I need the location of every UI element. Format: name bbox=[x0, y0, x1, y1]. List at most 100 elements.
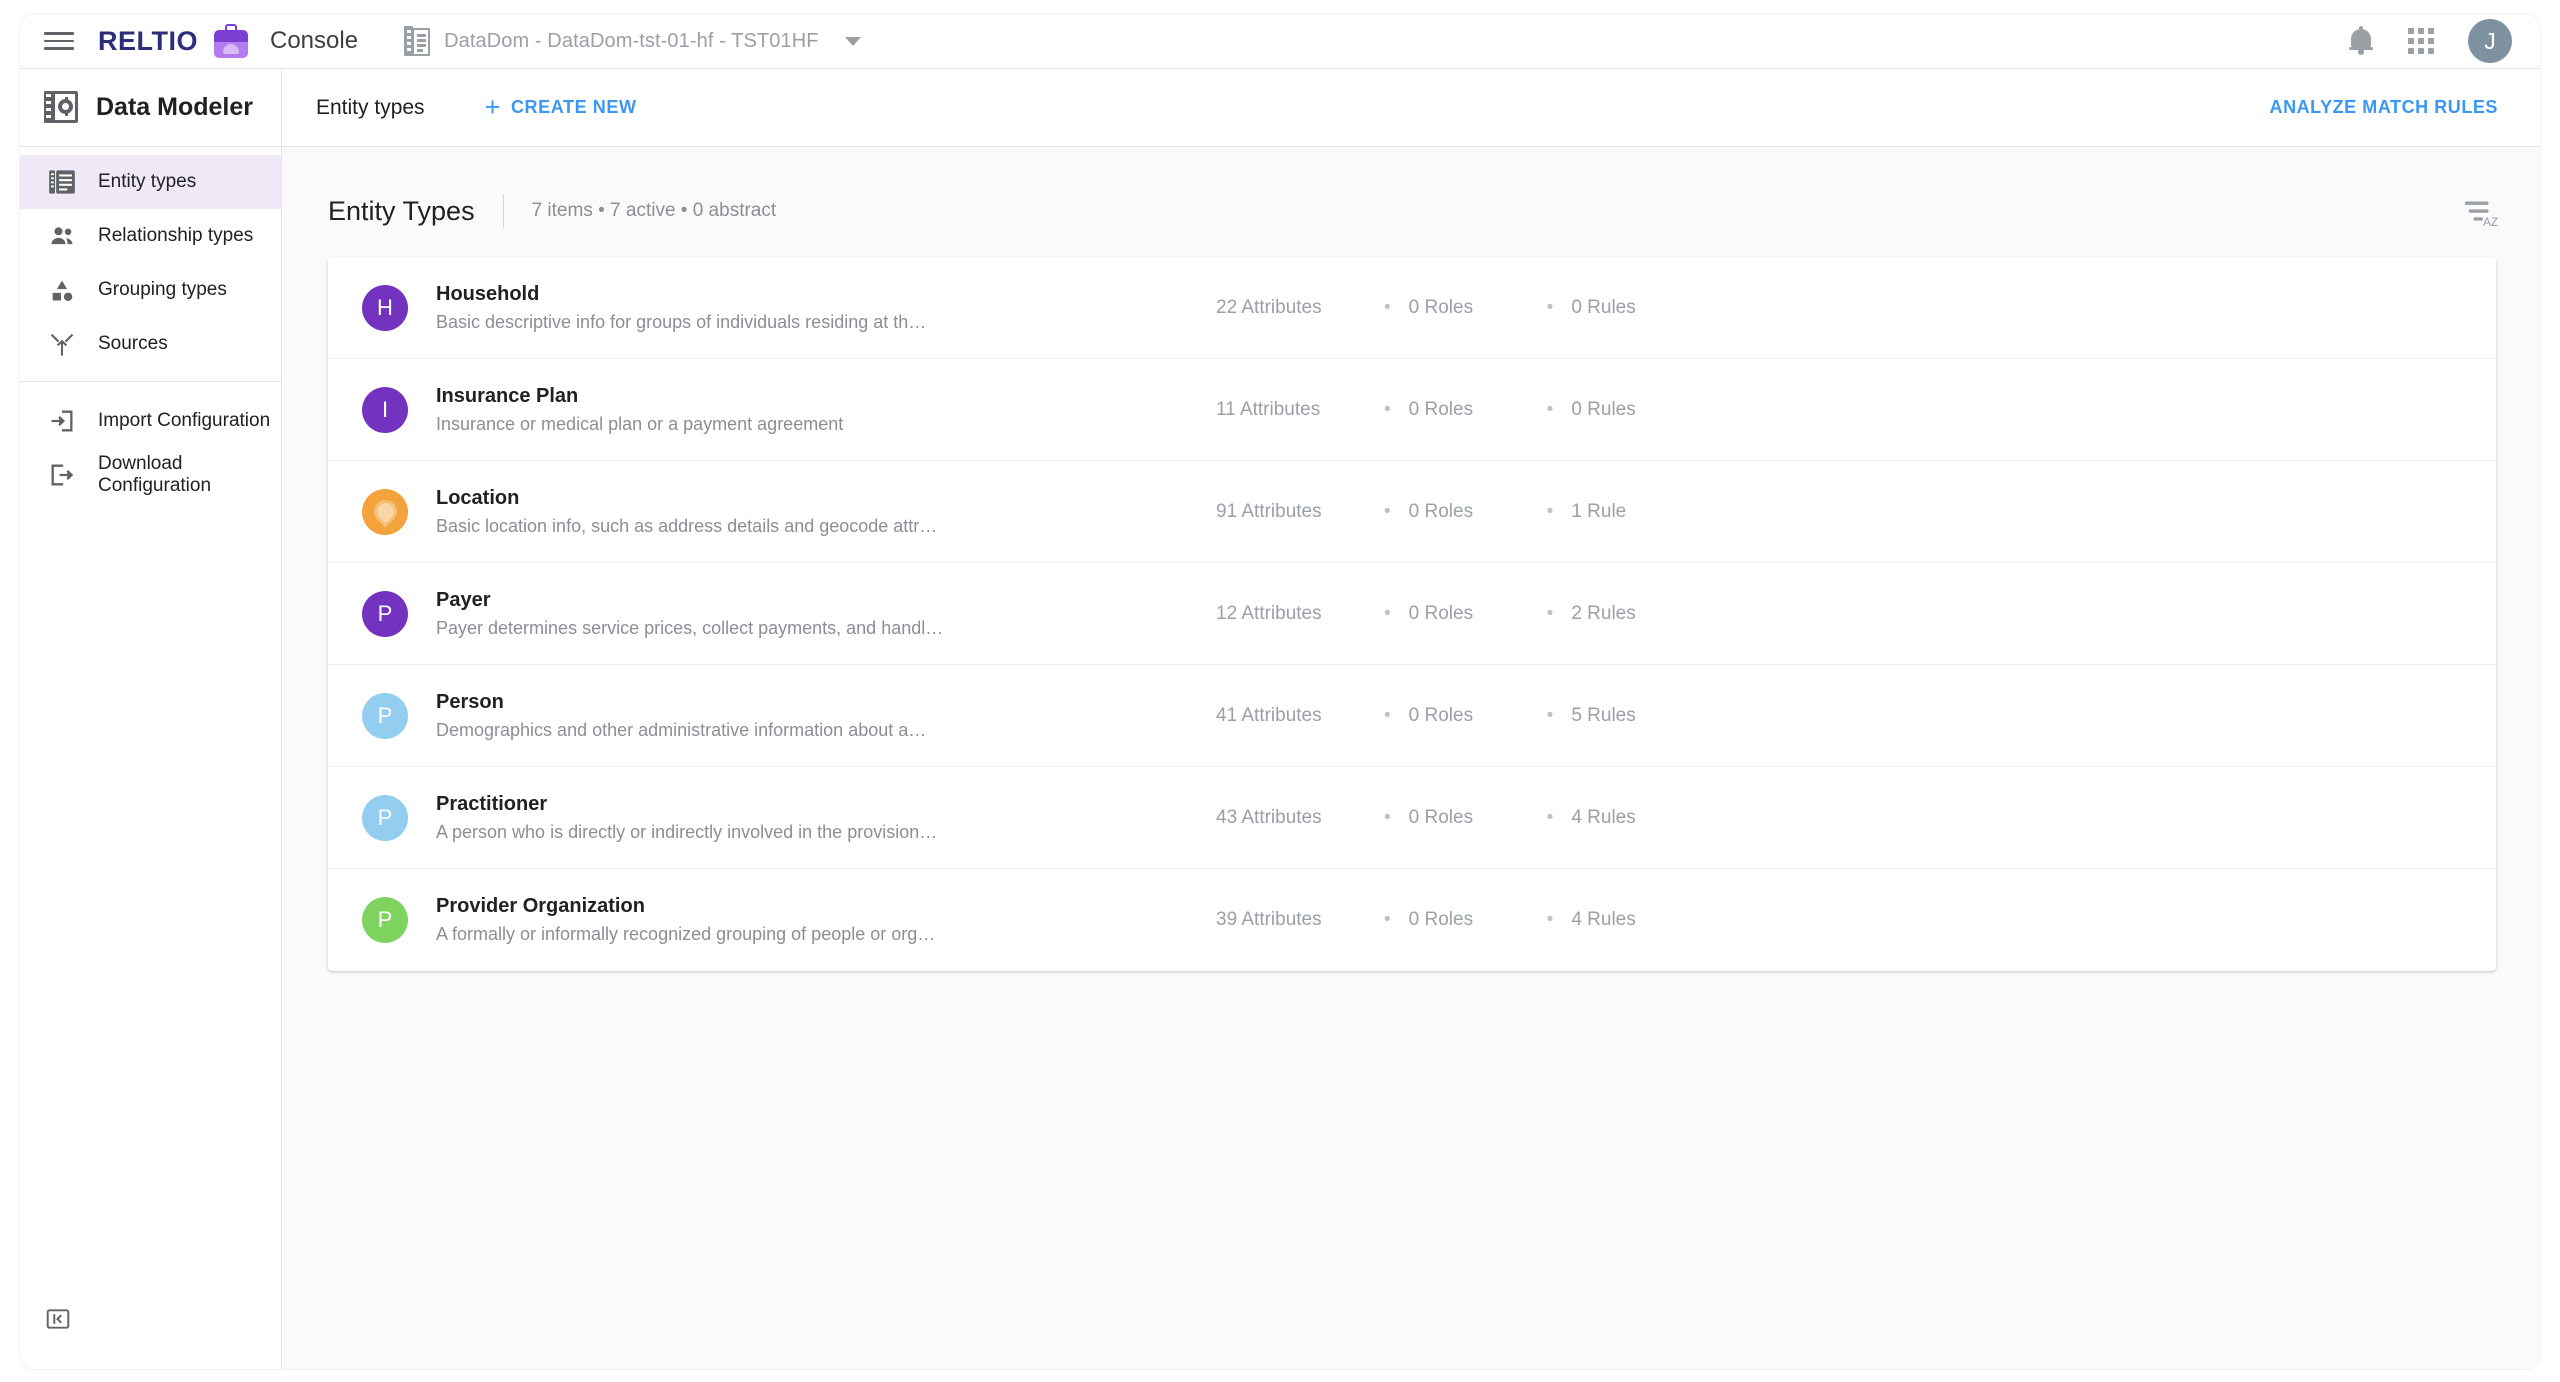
rules-count: 0 Rules bbox=[1571, 296, 1636, 318]
entity-description: A formally or informally recognized grou… bbox=[436, 924, 936, 944]
avatar[interactable]: J bbox=[2468, 19, 2512, 63]
separator-dot: • bbox=[1546, 296, 1554, 318]
entity-avatar-initial: P bbox=[377, 907, 393, 932]
entity-description: Basic descriptive info for groups of ind… bbox=[436, 311, 927, 332]
sidebar-item-import-configuration[interactable]: Import Configuration bbox=[20, 394, 281, 448]
entity-stats: 43 Attributes • 0 Roles • 4 Rules bbox=[1216, 807, 1636, 829]
separator-dot: • bbox=[1546, 909, 1554, 930]
data-modeler-icon bbox=[44, 90, 78, 125]
table-row[interactable]: I Insurance Plan Insurance or medical pl… bbox=[328, 359, 2496, 461]
entity-avatar: P bbox=[362, 590, 408, 637]
roles-count: 0 Roles bbox=[1408, 500, 1474, 522]
entity-stats: 22 Attributes • 0 Roles • 0 Rules bbox=[1216, 297, 1636, 319]
table-row[interactable]: P Provider Organization A formally or in… bbox=[328, 869, 2496, 971]
plus-icon: + bbox=[484, 92, 501, 122]
bell-icon[interactable] bbox=[2348, 26, 2374, 56]
entity-stats: 11 Attributes • 0 Roles • 0 Rules bbox=[1216, 399, 1636, 421]
entity-types-list: H Household Basic descriptive info for g… bbox=[328, 257, 2496, 971]
main-content: Entity types + CREATE NEW ANALYZE MATCH … bbox=[282, 69, 2540, 1369]
entity-stats: 41 Attributes • 0 Roles • 5 Rules bbox=[1216, 705, 1636, 727]
sidebar-item-entity-types[interactable]: Entity types bbox=[20, 155, 281, 209]
entity-avatar bbox=[362, 488, 408, 535]
entity-avatar-initial: P bbox=[377, 804, 393, 830]
table-row[interactable]: H Household Basic descriptive info for g… bbox=[328, 257, 2496, 359]
entity-name: Insurance Plan bbox=[436, 384, 579, 407]
top-bar: RELTIO Console DataDom - DataDom-tst-01-… bbox=[20, 14, 2540, 69]
entity-avatar-initial: H bbox=[377, 294, 393, 320]
sidebar-nav: Entity types Relationship types Grouping… bbox=[20, 147, 281, 502]
sources-icon bbox=[48, 330, 76, 358]
reltio-logo: RELTIO bbox=[98, 25, 198, 56]
table-row[interactable]: Location Basic location info, such as ad… bbox=[328, 461, 2496, 563]
panel-divider bbox=[502, 194, 504, 228]
location-pin-icon bbox=[372, 499, 398, 524]
entity-avatar: I bbox=[362, 386, 408, 433]
table-row[interactable]: P Person Demographics and other administ… bbox=[328, 665, 2496, 767]
roles-count: 0 Roles bbox=[1408, 398, 1474, 420]
entity-text: Practitioner A person who is directly or… bbox=[436, 793, 976, 843]
entity-avatar: P bbox=[362, 897, 408, 943]
import-configuration-icon bbox=[48, 407, 76, 435]
table-row[interactable]: P Practitioner A person who is directly … bbox=[328, 767, 2496, 869]
rules-count: 1 Rule bbox=[1571, 500, 1627, 522]
entity-name: Location bbox=[436, 486, 520, 509]
entity-text: Household Basic descriptive info for gro… bbox=[436, 283, 976, 333]
entity-types-icon bbox=[48, 168, 76, 196]
screen: RELTIO Console DataDom - DataDom-tst-01-… bbox=[0, 0, 2560, 1382]
separator-dot: • bbox=[1546, 704, 1554, 726]
app-window: RELTIO Console DataDom - DataDom-tst-01-… bbox=[20, 14, 2540, 1369]
entity-description: A person who is directly or indirectly i… bbox=[436, 821, 938, 842]
attributes-count: 39 Attributes bbox=[1216, 909, 1322, 930]
analyze-match-rules-button[interactable]: ANALYZE MATCH RULES bbox=[2270, 97, 2498, 118]
sidebar-item-grouping-types[interactable]: Grouping types bbox=[20, 263, 281, 317]
roles-count: 0 Roles bbox=[1408, 704, 1474, 726]
entity-description: Insurance or medical plan or a payment a… bbox=[436, 413, 844, 434]
product-name: Console bbox=[270, 27, 359, 54]
sidebar-item-sources[interactable]: Sources bbox=[20, 317, 281, 371]
sidebar-item-label: Entity types bbox=[98, 171, 197, 192]
tenant-name: DataDom - DataDom-tst-01-hf - TST01HF bbox=[444, 29, 819, 52]
panel-meta: 7 items • 7 active • 0 abstract bbox=[531, 200, 777, 221]
entity-avatar-initial: I bbox=[381, 396, 389, 422]
table-row[interactable]: P Payer Payer determines service prices,… bbox=[328, 563, 2496, 665]
attributes-count: 22 Attributes bbox=[1216, 296, 1322, 318]
entity-stats: 12 Attributes • 0 Roles • 2 Rules bbox=[1216, 603, 1636, 625]
entity-text: Person Demographics and other administra… bbox=[436, 691, 976, 741]
tab-entity-types[interactable]: Entity types bbox=[316, 96, 425, 120]
entity-avatar-initial: P bbox=[377, 702, 393, 728]
briefcase-icon bbox=[212, 22, 250, 60]
tenant-selector[interactable]: DataDom - DataDom-tst-01-hf - TST01HF bbox=[404, 26, 861, 56]
attributes-count: 41 Attributes bbox=[1216, 704, 1322, 726]
rules-count: 4 Rules bbox=[1571, 806, 1636, 828]
separator-dot: • bbox=[1384, 704, 1391, 726]
entity-text: Insurance Plan Insurance or medical plan… bbox=[436, 385, 976, 435]
entity-name: Provider Organization bbox=[436, 895, 645, 917]
entity-avatar: P bbox=[362, 794, 408, 841]
rules-count: 0 Rules bbox=[1571, 398, 1636, 420]
chevron-down-icon[interactable] bbox=[844, 36, 861, 46]
entity-name: Practitioner bbox=[436, 792, 548, 815]
sidebar-divider bbox=[20, 381, 281, 382]
attributes-count: 12 Attributes bbox=[1216, 602, 1322, 624]
entity-description: Payer determines service prices, collect… bbox=[436, 617, 944, 638]
separator-dot: • bbox=[1384, 296, 1391, 318]
roles-count: 0 Roles bbox=[1408, 296, 1474, 318]
entity-avatar-initial: P bbox=[377, 600, 393, 626]
rules-count: 5 Rules bbox=[1571, 704, 1636, 726]
collapse-sidebar-icon[interactable] bbox=[44, 1305, 72, 1333]
sort-az-icon[interactable]: AZ bbox=[2460, 192, 2498, 230]
entity-name: Person bbox=[436, 690, 504, 713]
sidebar: Data Modeler Entity types Relationship t… bbox=[20, 69, 282, 1369]
hamburger-menu-icon[interactable] bbox=[44, 30, 74, 52]
entity-text: Location Basic location info, such as ad… bbox=[436, 487, 976, 537]
sidebar-item-download-configuration[interactable]: Download Configuration bbox=[20, 448, 281, 502]
apps-grid-icon[interactable] bbox=[2408, 28, 2434, 54]
attributes-count: 91 Attributes bbox=[1216, 500, 1322, 522]
entity-text: Payer Payer determines service prices, c… bbox=[436, 589, 976, 639]
roles-count: 0 Roles bbox=[1408, 909, 1474, 930]
rules-count: 2 Rules bbox=[1571, 602, 1636, 624]
separator-dot: • bbox=[1384, 602, 1391, 624]
entity-stats: 39 Attributes • 0 Roles • 4 Rules bbox=[1216, 909, 1636, 931]
sidebar-item-relationship-types[interactable]: Relationship types bbox=[20, 209, 281, 263]
create-new-button[interactable]: + CREATE NEW bbox=[485, 94, 637, 121]
